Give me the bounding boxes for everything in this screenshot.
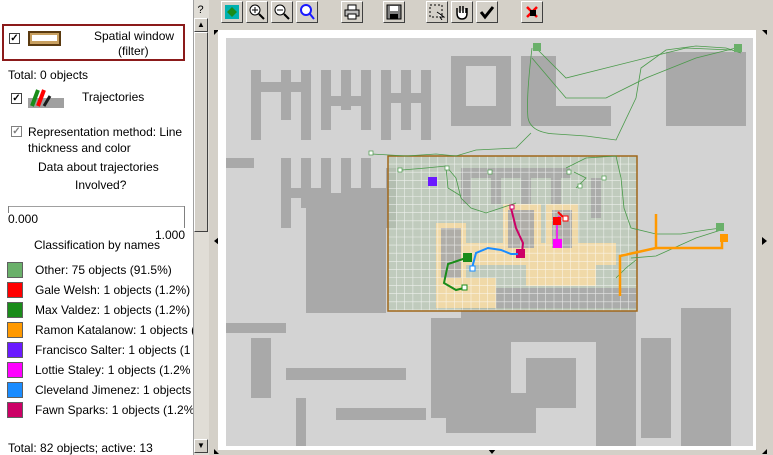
trajectories-checkbox[interactable]: ✓ xyxy=(11,93,22,104)
class-swatch-7[interactable] xyxy=(7,402,23,418)
class-swatch-5[interactable] xyxy=(7,362,23,378)
class-label-6: Cleveland Jimenez: 1 objects xyxy=(35,383,192,397)
pan-right-arrow[interactable] xyxy=(762,237,767,245)
legend-scrollbar[interactable]: ▲ ▼ xyxy=(193,0,209,455)
total-active-text: Total: 82 objects; active: 13 xyxy=(8,441,153,455)
other-end-marker-3 xyxy=(734,44,742,52)
save-button[interactable] xyxy=(383,1,405,23)
cleveland-jimenez-start xyxy=(469,265,476,272)
scroll-up-button[interactable]: ▲ xyxy=(194,18,208,32)
gale-welsh-start xyxy=(562,215,569,222)
scroll-down-button[interactable]: ▼ xyxy=(194,439,208,453)
no-edit-button[interactable] xyxy=(521,1,543,23)
pan-zoom-button[interactable] xyxy=(296,1,318,23)
max-valdez-start xyxy=(461,284,468,291)
representation-checkbox[interactable]: ✓ xyxy=(11,126,22,137)
class-swatch-3[interactable] xyxy=(7,322,23,338)
involved-text: Involved? xyxy=(75,178,127,192)
no-edit-icon xyxy=(526,6,538,18)
class-swatch-1[interactable] xyxy=(7,282,23,298)
print-icon xyxy=(344,4,360,20)
zoom-to-fit-button[interactable] xyxy=(221,1,243,23)
trajectory-map[interactable] xyxy=(226,38,753,446)
data-about-text: Data about trajectories xyxy=(38,160,159,174)
class-label-7: Fawn Sparks: 1 objects (1.2% xyxy=(35,403,193,417)
corner-tr-arrow xyxy=(762,30,767,35)
print-button[interactable] xyxy=(341,1,363,23)
spatial-window-label-2: (filter) xyxy=(118,44,149,58)
check-icon xyxy=(479,6,495,20)
class-swatch-6[interactable] xyxy=(7,382,23,398)
class-swatch-0[interactable] xyxy=(7,262,23,278)
select-rect-icon xyxy=(429,4,445,20)
other-end-marker-1 xyxy=(533,43,541,51)
legend-panel: ✓ Spatial window (filter) Total: 0 objec… xyxy=(0,0,193,455)
class-swatch-2[interactable] xyxy=(7,302,23,318)
class-label-4: Francisco Salter: 1 objects (1 xyxy=(35,343,191,357)
francisco-salter-marker xyxy=(428,177,437,186)
spatial-window-layer[interactable]: ✓ Spatial window (filter) xyxy=(2,24,185,61)
gale-welsh-marker xyxy=(553,217,561,225)
pan-zoom-icon xyxy=(300,4,315,20)
hand-button[interactable] xyxy=(451,1,473,23)
corner-br-arrow xyxy=(762,449,767,454)
fawn-sparks-start xyxy=(509,204,515,210)
scroll-thumb[interactable] xyxy=(194,32,208,232)
classification-title: Classification by names xyxy=(34,238,161,252)
zoom-in-icon xyxy=(249,4,265,20)
class-swatch-4[interactable] xyxy=(7,342,23,358)
class-label-1: Gale Welsh: 1 objects (1.2%) xyxy=(35,283,191,297)
slider-min-value: 0.000 xyxy=(8,212,39,226)
select-rect-button[interactable] xyxy=(426,1,448,23)
spatial-window-icon xyxy=(28,31,61,46)
total-objects-text: Total: 0 objects xyxy=(8,68,89,82)
slider-track[interactable] xyxy=(8,206,185,207)
zoom-to-fit-icon xyxy=(225,5,239,19)
trajectories-icon xyxy=(28,89,64,108)
trajectories-label: Trajectories xyxy=(82,90,145,104)
help-button[interactable]: ? xyxy=(193,3,208,18)
zoom-out-icon xyxy=(274,4,290,20)
zoom-out-button[interactable] xyxy=(271,1,293,23)
class-label-2: Max Valdez: 1 objects (1.2%) xyxy=(35,303,191,317)
slider-max-tick xyxy=(184,206,185,228)
save-icon xyxy=(386,4,402,20)
zoom-in-button[interactable] xyxy=(246,1,268,23)
lottie-staley-marker xyxy=(553,239,562,248)
representation-line1: Representation method: Line xyxy=(28,125,183,139)
representation-line2: thickness and color xyxy=(28,141,131,155)
ramon-katalanow-marker xyxy=(720,234,728,242)
class-label-0: Other: 75 objects (91.5%) xyxy=(35,263,172,277)
other-end-marker-2 xyxy=(716,223,724,231)
class-label-3: Ramon Katalanow: 1 objects (1 xyxy=(35,323,193,337)
spatial-window-label-1: Spatial window xyxy=(94,29,175,43)
max-valdez-marker xyxy=(463,253,472,262)
spatial-window-checkbox[interactable]: ✓ xyxy=(9,33,20,44)
apply-button[interactable] xyxy=(476,1,498,23)
class-label-5: Lottie Staley: 1 objects (1.2% xyxy=(35,363,191,377)
hand-icon xyxy=(456,6,468,20)
